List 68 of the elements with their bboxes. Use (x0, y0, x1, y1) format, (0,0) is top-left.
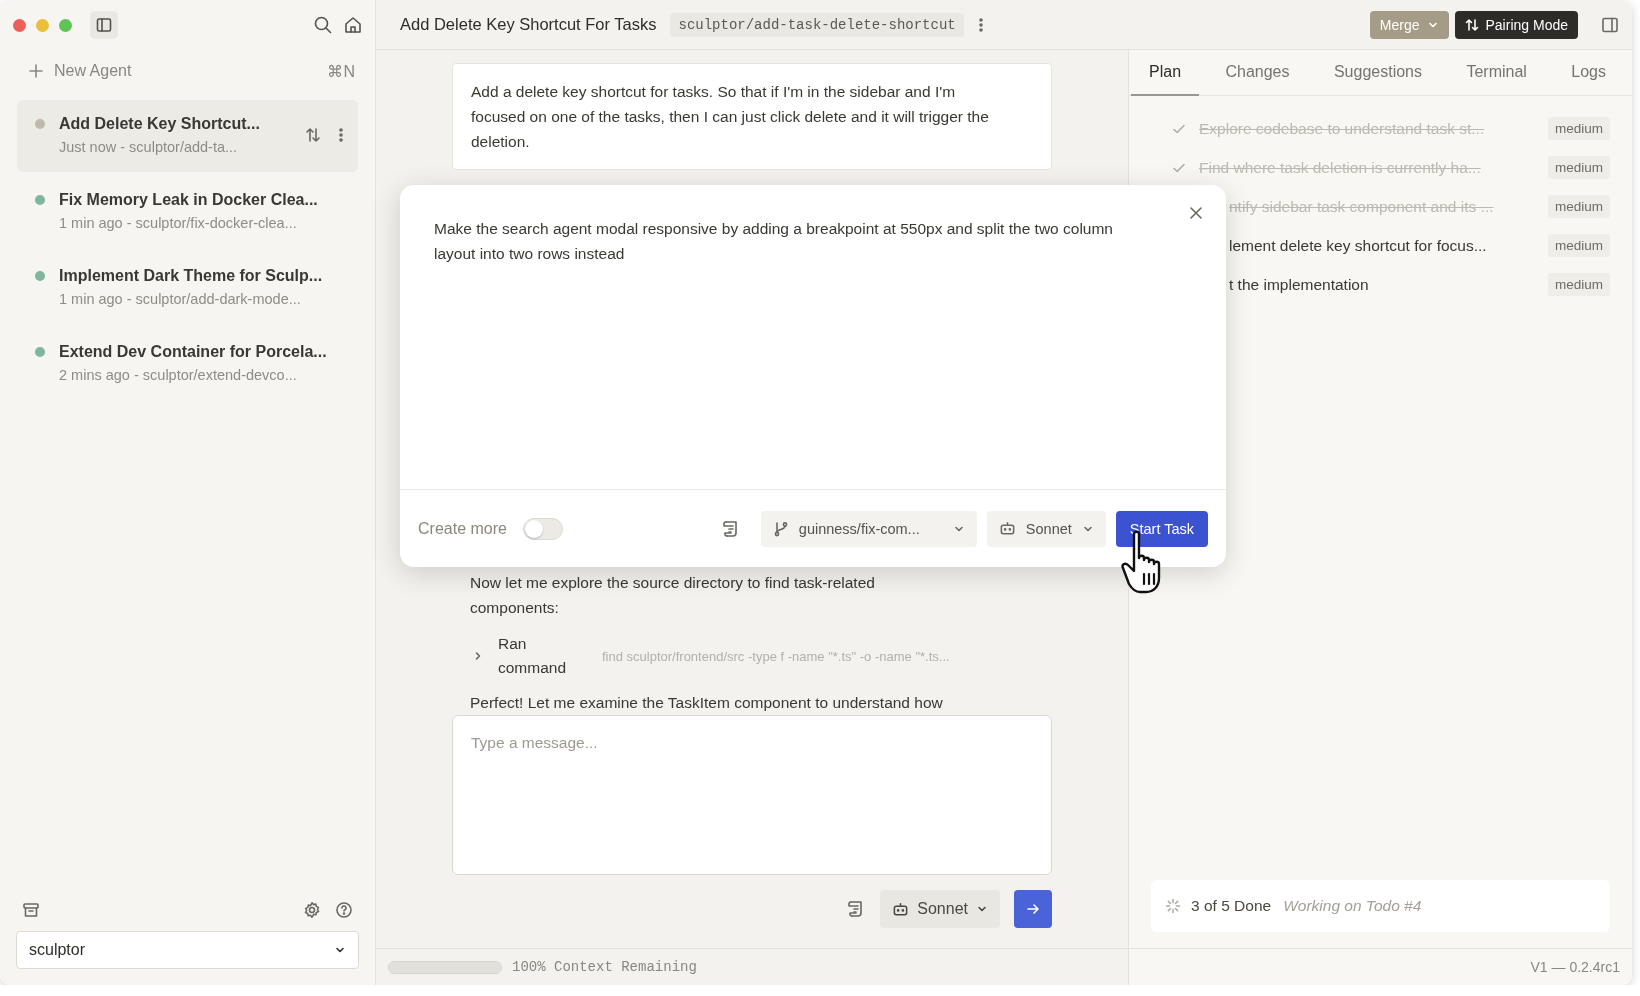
agent-title: Add Delete Key Shortcut... (59, 115, 261, 133)
todo-text: t the implementation (1229, 275, 1370, 294)
task-title: Add Delete Key Shortcut For Tasks (400, 15, 657, 34)
robot-icon (998, 520, 1016, 537)
model-dropdown[interactable]: Sonnet (880, 890, 1000, 928)
command-label[interactable]: Ran command (498, 632, 588, 680)
arrow-right-icon (1025, 901, 1041, 917)
agent-subtitle: 1 min ago - sculptor/fix-docker-clea... (59, 215, 298, 231)
todo-text: lement delete key shortcut for focus... (1229, 236, 1488, 255)
sort-arrows-icon[interactable] (304, 126, 322, 144)
sidebar-toggle-button[interactable] (90, 11, 118, 39)
todo-text: Find where task deletion is currently ha... (1199, 158, 1482, 177)
context-label: 100% Context Remaining (512, 959, 697, 975)
model-dropdown[interactable]: Sonnet (986, 510, 1106, 547)
todo-text: ntify sidebar task component and its ... (1229, 197, 1495, 216)
agent-item[interactable]: Implement Dark Theme for Sculp... 1 min ago - sculptor/add-dark-mode... (17, 252, 358, 324)
robot-icon (892, 900, 910, 918)
priority-tag: medium (1548, 234, 1610, 257)
panel-tab[interactable]: Changes (1207, 50, 1308, 96)
agent-title: Fix Memory Leak in Docker Clea... (59, 191, 319, 209)
close-window-icon[interactable] (13, 18, 26, 32)
agent-subtitle: Just now - sculptor/add-ta... (59, 139, 239, 155)
priority-tag: medium (1548, 273, 1610, 296)
create-more-toggle[interactable] (522, 517, 563, 540)
plus-icon (28, 63, 44, 79)
settings-icon[interactable] (303, 901, 321, 919)
user-message: Add a delete key shortcut for tasks. So that if I'm in the sidebar and I'm focused on one of the tasks, then I can just click delete and it will trigger the deletion. (452, 63, 1052, 170)
close-icon[interactable] (1188, 205, 1204, 221)
priority-tag: medium (1548, 117, 1610, 140)
more-icon[interactable] (338, 126, 344, 144)
agent-item[interactable]: Add Delete Key Shortcut... Just now - sculptor/add-ta... (17, 100, 358, 172)
agent-item[interactable]: Fix Memory Leak in Docker Clea... 1 min ago - sculptor/fix-docker-clea... (17, 176, 358, 248)
swap-arrows-icon (1464, 17, 1479, 32)
agent-subtitle: 2 mins ago - sculptor/extend-devco... (59, 367, 298, 383)
more-icon[interactable] (977, 15, 984, 34)
assistant-message: Perfect! Let me examine the TaskItem component to understand how (469, 693, 944, 713)
home-icon[interactable] (343, 15, 363, 35)
panel-tab[interactable]: Suggestions (1315, 50, 1440, 96)
panel-tab[interactable]: Logs (1553, 50, 1624, 96)
command-text: find sculptor/frontend/src -type f -name "*.ts" -o -name "*.ts... (602, 648, 950, 664)
todo-text: Explore codebase to understand task st... (1199, 119, 1486, 138)
sidebar-icon (95, 16, 113, 34)
priority-tag: medium (1548, 156, 1610, 179)
shortcut-hint: ⌘N (327, 61, 355, 81)
agent-title: Implement Dark Theme for Sculp... (59, 267, 324, 285)
assistant-message: Now let me explore the source directory to find task-related components: (469, 573, 876, 618)
archive-icon[interactable] (22, 901, 40, 919)
help-icon[interactable] (335, 901, 353, 919)
message-input[interactable]: Type a message... (452, 715, 1052, 875)
spinner-icon (1165, 898, 1181, 914)
priority-tag: medium (1548, 195, 1610, 218)
project-select[interactable]: sculptor (16, 931, 359, 969)
branch-dropdown[interactable]: guinness/fix-com... (760, 510, 977, 547)
task-prompt[interactable]: Make the search agent modal responsive by adding a breakpoint at 550px and split the two column layout into two rows instead (434, 216, 1134, 266)
progress-detail: Working on Todo #4 (1283, 897, 1422, 915)
send-button[interactable] (1014, 890, 1052, 928)
search-icon[interactable] (313, 15, 333, 35)
panel-tab[interactable]: Plan (1131, 50, 1200, 96)
panel-tab[interactable]: Terminal (1448, 50, 1545, 96)
progress-count: 3 of 5 Done (1191, 897, 1272, 915)
agent-item[interactable]: Extend Dev Container for Porcela... 2 mins ago - sculptor/extend-devco... (17, 328, 358, 400)
branch-badge: sculptor/add-task-delete-shortcut (670, 12, 964, 37)
branch-icon (772, 520, 789, 537)
pairing-mode-button[interactable]: Pairing Mode (1454, 10, 1578, 39)
agent-subtitle: 1 min ago - sculptor/add-dark-mode... (59, 291, 302, 307)
version-label: V1 — 0.2.4rc1 (1530, 959, 1620, 975)
agent-title: Extend Dev Container for Porcela... (59, 343, 328, 361)
create-more-label: Create more (418, 519, 507, 538)
